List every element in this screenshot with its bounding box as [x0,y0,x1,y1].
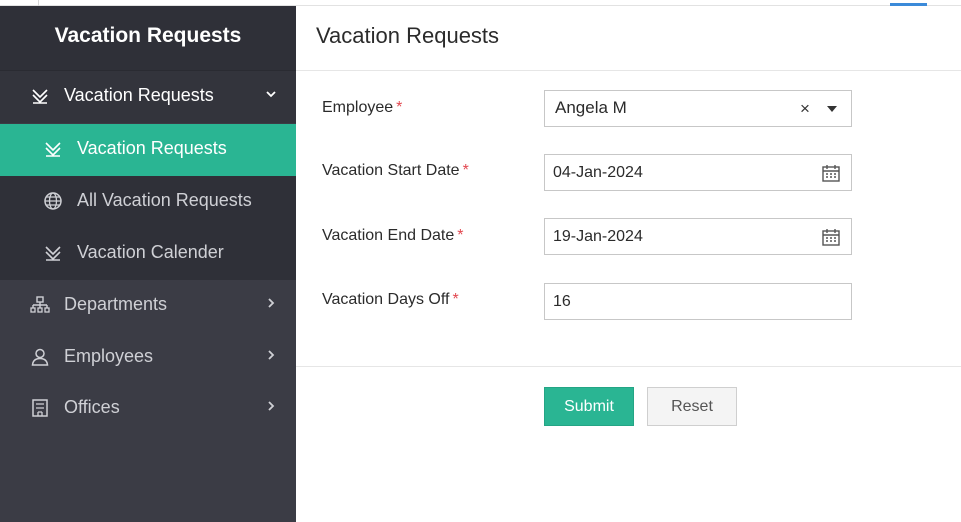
sidebar-item-label: Vacation Calender [77,242,224,262]
vacation-icon [45,246,61,261]
sidebar-item-label: All Vacation Requests [77,190,252,210]
days-off-field[interactable] [544,283,852,320]
submit-button[interactable]: Submit [544,387,634,426]
sidebar-item-departments[interactable]: Departments [0,280,296,332]
sidebar-item-label: Offices [64,397,120,417]
sidebar-item-employees[interactable]: Employees [0,332,296,384]
start-date-input[interactable] [545,155,823,190]
end-date-field[interactable] [544,218,852,255]
employee-select[interactable]: Angela M × [544,90,852,127]
required-marker: * [457,227,464,244]
divider [296,70,961,71]
user-icon [31,348,49,366]
main-content: Vacation Requests Employee * Angela M × V… [296,6,961,522]
reset-button[interactable]: Reset [647,387,737,426]
employee-selected-value: Angela M [555,98,627,117]
clear-icon[interactable]: × [800,99,810,119]
divider [296,366,961,367]
sidebar-item-vacation-requests[interactable]: Vacation Requests [0,124,296,176]
sidebar-item-vacation-calender[interactable]: Vacation Calender [0,228,296,280]
sidebar-item-label: Employees [64,346,154,366]
page-title: Vacation Requests [316,23,500,48]
start-date-label: Vacation Start Date * [322,162,469,179]
end-date-label: Vacation End Date * [322,227,464,244]
required-marker: * [462,162,469,179]
chevron-right-icon [268,298,275,308]
sidebar-item-label: Vacation Requests [77,138,227,158]
end-date-input[interactable] [545,219,823,254]
chevron-right-icon [268,350,275,360]
org-chart-icon [30,296,50,313]
vacation-icon [32,89,48,104]
sidebar-item-label: Departments [64,294,168,314]
sidebar-group-label: Vacation Requests [64,85,214,105]
days-off-label: Vacation Days Off * [322,291,459,308]
sidebar-item-offices[interactable]: Offices [0,383,296,435]
dropdown-arrow-icon[interactable] [827,106,837,112]
sidebar-header: Vacation Requests [0,6,296,71]
vacation-icon [45,142,61,157]
sidebar-item-all-vacation-requests[interactable]: All Vacation Requests [0,176,296,228]
chevron-down-icon [266,91,276,98]
start-date-field[interactable] [544,154,852,191]
employee-label: Employee * [322,99,403,116]
required-marker: * [396,99,403,116]
app-title: Vacation Requests [54,24,242,47]
required-marker: * [452,291,459,308]
days-off-input[interactable] [545,284,823,319]
globe-icon [44,192,62,210]
chevron-right-icon [268,401,275,411]
calendar-icon[interactable] [821,227,841,247]
sidebar-group-vacation-requests[interactable]: Vacation Requests [0,71,296,123]
calendar-icon[interactable] [821,163,841,183]
sidebar: Vacation Requests Vacation Requests Vaca… [0,6,296,522]
building-icon [32,399,48,417]
